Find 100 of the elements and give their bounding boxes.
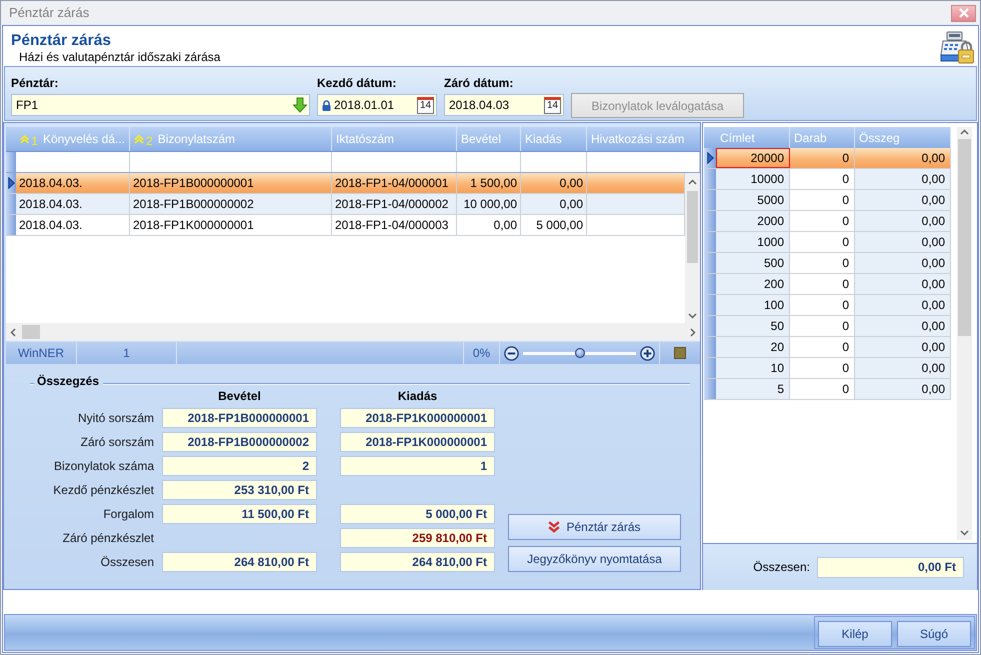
table-cell: 20 xyxy=(716,337,790,357)
table-cell: 0,00 xyxy=(855,169,951,189)
table-cell[interactable]: 0 xyxy=(790,148,855,168)
vertical-scrollbar[interactable] xyxy=(685,173,700,323)
sort-order-number: 1 xyxy=(31,133,38,150)
row-pointer-icon xyxy=(706,152,714,164)
table-cell: 10 xyxy=(716,358,790,378)
summary-value-field: 2018-FP1B000000002 xyxy=(162,432,317,452)
table-cell: 5 xyxy=(716,379,790,399)
table-row[interactable]: 2018.04.03. 2018-FP1B000000001 2018-FP1-04/000001 1 500,00 0,00 xyxy=(6,173,685,194)
summary-value-field: 264 810,00 Ft xyxy=(340,552,495,572)
calendar-icon[interactable]: 14 xyxy=(544,96,561,114)
zoom-percentage: 0% xyxy=(464,342,500,364)
table-cell: 0,00 xyxy=(855,379,951,399)
cash-desk-select[interactable]: FP1 xyxy=(11,94,310,116)
table-row[interactable]: 1000 0 0,00 xyxy=(704,232,951,253)
table-cell: 10 000,00 xyxy=(457,194,521,214)
table-row[interactable]: 500 0 0,00 xyxy=(704,253,951,274)
table-cell: 2018.04.03. xyxy=(16,173,130,193)
app-name-label: WinNER xyxy=(6,342,77,364)
table-cell: 0,00 xyxy=(521,173,587,193)
end-date-field[interactable]: 2018.04.03 14 xyxy=(444,94,564,116)
close-icon xyxy=(958,8,968,18)
scrollbar-thumb[interactable] xyxy=(958,139,971,336)
row-label: Záró pénzkészlet xyxy=(62,530,154,547)
scrollbar-thumb[interactable] xyxy=(22,325,40,339)
field-label: Kezdő dátum: xyxy=(317,76,396,91)
row-header[interactable] xyxy=(6,173,16,193)
square-icon[interactable] xyxy=(674,347,686,359)
table-cell: 0,00 xyxy=(521,194,587,214)
footer-button[interactable]: Súgó xyxy=(897,621,971,647)
row-pointer-icon xyxy=(8,177,14,189)
table-cell: 200 xyxy=(716,274,790,294)
table-cell: 2018.04.03. xyxy=(16,215,130,235)
double-chevron-down-icon xyxy=(548,521,560,533)
page-title: Pénztár zárás xyxy=(11,31,112,50)
table-cell: 20000 xyxy=(716,148,790,168)
footer-button[interactable]: Kilép xyxy=(818,621,892,647)
action-button[interactable]: Pénztár zárás xyxy=(508,514,681,540)
table-row[interactable]: 2000 0 0,00 xyxy=(704,211,951,232)
start-date-field[interactable]: 2018.01.01 14 xyxy=(317,94,437,116)
table-cell: 0,00 xyxy=(855,253,951,273)
table-cell: 2018-FP1-04/000003 xyxy=(332,215,457,235)
column-heading: Bevétel xyxy=(217,388,262,404)
table-cell: 2018-FP1-04/000001 xyxy=(332,173,457,193)
table-cell: 0,00 xyxy=(855,232,951,252)
table-row[interactable]: 10000 0 0,00 xyxy=(704,169,951,190)
table-row[interactable]: 5 0 0,00 xyxy=(704,379,951,400)
horizontal-scrollbar[interactable] xyxy=(6,323,700,341)
table-cell: 10000 xyxy=(716,169,790,189)
table-row[interactable]: 20000 0 0,00 xyxy=(704,148,951,169)
table-row[interactable]: 100 0 0,00 xyxy=(704,295,951,316)
row-header[interactable] xyxy=(704,148,716,168)
zoom-in-icon[interactable] xyxy=(640,346,655,360)
table-cell: 0,00 xyxy=(855,295,951,315)
scrollbar-thumb[interactable] xyxy=(687,191,698,263)
table-cell: 0,00 xyxy=(457,215,521,235)
row-label: Záró sorszám xyxy=(80,434,154,451)
summary-value-field: 2018-FP1K000000001 xyxy=(340,432,495,452)
summary-value-field: 2 xyxy=(162,456,317,476)
close-button[interactable] xyxy=(951,4,976,22)
summary-value-field: 11 500,00 Ft xyxy=(162,504,317,524)
chevron-right-icon xyxy=(690,328,696,336)
table-cell: 2018-FP1K000000001 xyxy=(130,215,332,235)
total-label: Összesen: xyxy=(753,559,810,576)
record-count: 1 xyxy=(77,342,177,364)
sort-ascending-icon xyxy=(134,134,144,144)
zoom-out-icon[interactable] xyxy=(504,346,519,360)
table-cell: 0,00 xyxy=(855,337,951,357)
window-title: Pénztár zárás xyxy=(9,4,90,22)
section-title: Összegzés xyxy=(37,374,100,388)
table-cell: 2018.04.03. xyxy=(16,194,130,214)
table-cell: 2018-FP1-04/000002 xyxy=(332,194,457,214)
calendar-icon[interactable]: 14 xyxy=(417,96,434,114)
table-row[interactable]: 50 0 0,00 xyxy=(704,316,951,337)
table-row[interactable]: 20 0 0,00 xyxy=(704,337,951,358)
chevron-left-icon xyxy=(10,328,16,336)
column-heading: Kiadás xyxy=(396,388,438,404)
sort-order-number: 2 xyxy=(146,133,153,150)
vertical-scrollbar[interactable] xyxy=(957,127,972,540)
field-label: Záró dátum: xyxy=(444,76,514,91)
page-subtitle: Házi és valutapénztár időszaki zárása xyxy=(18,50,220,65)
table-cell: 2018-FP1B000000002 xyxy=(130,194,332,214)
summary-value-field: 5 000,00 Ft xyxy=(340,504,495,524)
table-row[interactable]: 5000 0 0,00 xyxy=(704,190,951,211)
row-label: Kezdő pénzkészlet xyxy=(53,482,154,499)
zoom-slider-thumb[interactable] xyxy=(574,348,584,358)
row-label: Forgalom xyxy=(103,506,154,523)
table-row[interactable]: 10 0 0,00 xyxy=(704,358,951,379)
summary-value-field: 2018-FP1B000000001 xyxy=(162,408,317,428)
summary-value-field: 264 810,00 Ft xyxy=(162,552,317,572)
chevron-down-icon xyxy=(688,313,697,319)
table-cell: 2000 xyxy=(716,211,790,231)
table-row[interactable]: 2018.04.03. 2018-FP1B000000002 2018-FP1-04/000002 10 000,00 0,00 xyxy=(6,194,685,215)
action-button[interactable]: Jegyzőkönyv nyomtatása xyxy=(508,546,681,572)
table-cell: 500 xyxy=(716,253,790,273)
table-cell: 0,00 xyxy=(855,148,951,168)
table-row[interactable]: 200 0 0,00 xyxy=(704,274,951,295)
table-row[interactable]: 2018.04.03. 2018-FP1K000000001 2018-FP1-04/000003 0,00 5 000,00 xyxy=(6,215,685,236)
sort-ascending-icon xyxy=(20,134,30,144)
